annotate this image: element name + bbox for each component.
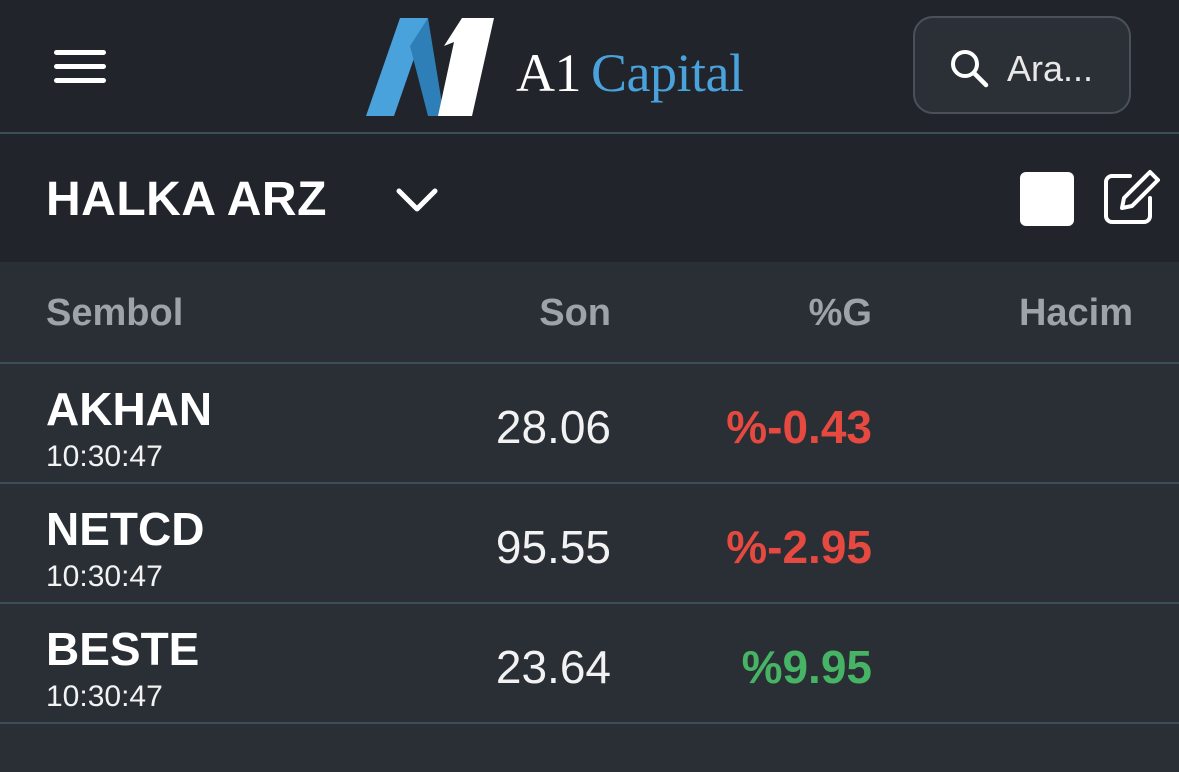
row-last-price: 95.55: [495, 521, 611, 573]
table-row[interactable]: AKHAN 10:30:47 28.06 %-0.43: [0, 364, 1179, 484]
search-button[interactable]: Ara...: [913, 16, 1131, 114]
table-row[interactable]: NETCD 10:30:47 95.55 %-2.95: [0, 484, 1179, 604]
table-row[interactable]: BESTE 10:30:47 23.64 %9.95: [0, 604, 1179, 724]
row-change: %-2.95: [726, 521, 872, 573]
row-time: 10:30:47: [46, 440, 163, 473]
watchlist-title[interactable]: HALKA ARZ: [46, 172, 327, 227]
hamburger-menu-icon[interactable]: [50, 46, 110, 90]
a1-capital-logo[interactable]: A1 Capital: [366, 16, 746, 118]
edit-icon[interactable]: [1100, 168, 1160, 228]
column-header-change[interactable]: %G: [809, 292, 872, 335]
chevron-down-icon[interactable]: [395, 186, 439, 214]
row-change: %-0.43: [726, 401, 872, 453]
watchlist-bar: HALKA ARZ: [0, 134, 1179, 262]
square-icon[interactable]: [1020, 172, 1074, 226]
row-symbol: NETCD: [46, 503, 205, 555]
row-time: 10:30:47: [46, 680, 163, 713]
logo-mark-icon: [366, 18, 494, 116]
row-symbol: AKHAN: [46, 383, 213, 435]
row-time: 10:30:47: [46, 560, 163, 593]
quotes-table: Sembol Son %G Hacim AKHAN 10:30:47 28.06…: [0, 262, 1179, 724]
search-placeholder: Ara...: [1007, 48, 1094, 89]
search-icon: [951, 50, 989, 88]
column-header-volume[interactable]: Hacim: [1019, 292, 1133, 335]
logo-text-a1: A1: [516, 43, 582, 103]
logo-text-capital: Capital: [591, 43, 744, 103]
column-header-symbol[interactable]: Sembol: [46, 292, 183, 335]
top-bar: A1 Capital Ara...: [0, 0, 1179, 134]
row-symbol: BESTE: [46, 623, 200, 675]
column-header-last[interactable]: Son: [539, 292, 611, 335]
table-header: Sembol Son %G Hacim: [0, 262, 1179, 364]
logo-text: A1 Capital: [516, 42, 744, 104]
row-change: %9.95: [741, 641, 872, 693]
row-last-price: 23.64: [495, 641, 611, 693]
row-last-price: 28.06: [495, 401, 611, 453]
